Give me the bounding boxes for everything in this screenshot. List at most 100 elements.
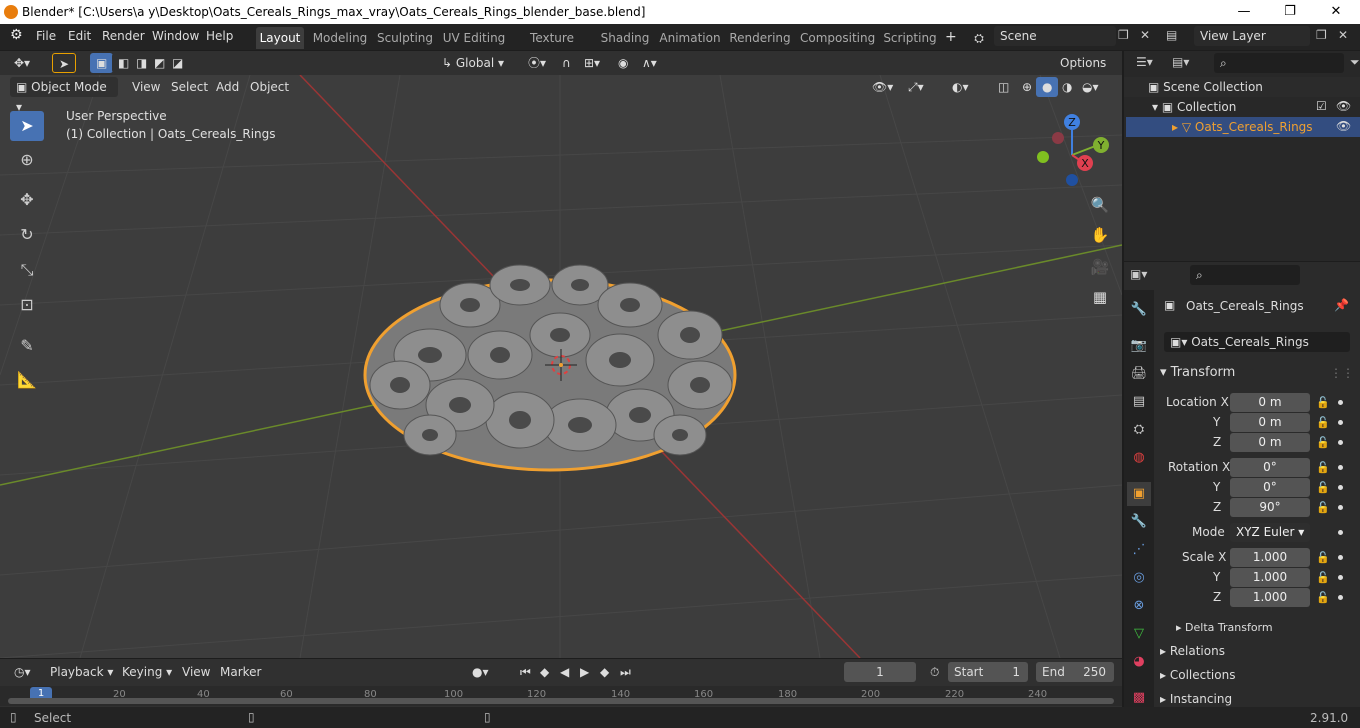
editor-type-icon[interactable]: ✥▾ [8,53,37,73]
properties-editor-icon[interactable]: ▣▾ [1130,267,1147,281]
world-tab-icon[interactable]: ◍ [1127,446,1151,470]
object-eye-icon[interactable]: 👁 [1336,119,1351,133]
tab-shading[interactable]: Shading [598,27,652,49]
3d-viewport[interactable]: Z Y X User Perspective (1) Collection | … [0,75,1122,658]
cursor-tool-icon[interactable]: ⊕ [10,145,44,175]
outliner-search-input[interactable]: ⌕ [1214,53,1344,73]
constraints-tab-icon[interactable]: ⊗ [1127,594,1151,618]
current-frame-field[interactable]: 1 [844,662,916,682]
render-tab-icon[interactable]: 📷 [1127,334,1151,358]
menu-file[interactable]: File [36,29,56,43]
falloff-icon[interactable]: ∧▾ [636,53,663,73]
visibility-eye-icon[interactable]: 👁▾ [866,77,899,97]
cereal-rings-mesh[interactable] [363,264,737,472]
pan-hand-icon[interactable]: ✋ [1086,221,1114,249]
overlays-icon[interactable]: ◐▾ [946,77,975,97]
snap-target-icon[interactable]: ⊞▾ [578,53,607,73]
tab-compositing[interactable]: Compositing [800,27,875,49]
rotation-z-field[interactable]: 90° [1230,498,1310,517]
view-layer-tab-icon[interactable]: ▤ [1127,390,1151,414]
preview-range-icon[interactable]: ⏱ [924,662,945,682]
keyframe-location-z-icon[interactable] [1338,440,1343,445]
physics-tab-icon[interactable]: ◎ [1127,566,1151,590]
tab-rendering[interactable]: Rendering [728,27,792,49]
viewport-menu-add[interactable]: Add [210,77,245,97]
annotate-tool-icon[interactable]: ✎ [10,331,44,361]
delta-transform-panel[interactable]: ▸ Delta Transform [1176,621,1273,634]
camera-view-icon[interactable]: 🎥 [1086,253,1114,281]
tab-scripting[interactable]: Scripting [882,27,938,49]
keyframe-location-x-icon[interactable] [1338,400,1343,405]
object-name-field[interactable]: ▣▾ Oats_Cereals_Rings [1164,332,1350,352]
remove-scene-icon[interactable]: ✕ [1140,28,1150,42]
maximize-button[interactable]: ❐ [1270,2,1310,22]
lock-rotation-y-icon[interactable]: 🔓 [1316,481,1330,494]
data-tab-icon[interactable]: ▽ [1127,622,1151,646]
timeline-editor-icon[interactable]: ◷▾ [8,662,37,682]
location-y-field[interactable]: 0 m [1230,413,1310,432]
measure-tool-icon[interactable]: 📐 [10,365,44,395]
next-keyframe-icon[interactable]: ◆ [594,662,615,682]
scale-z-field[interactable]: 1.000 [1230,588,1310,607]
jump-end-icon[interactable]: ⏭ [614,662,637,682]
panel-drag-handle-icon[interactable]: ⋮⋮ [1330,366,1354,380]
rotation-mode-dropdown[interactable]: XYZ Euler ▾ [1230,523,1310,542]
add-workspace-icon[interactable]: + [945,29,957,45]
rotate-tool-icon[interactable]: ↻ [10,220,44,250]
particles-tab-icon[interactable]: ⋰ [1127,538,1151,562]
scale-y-field[interactable]: 1.000 [1230,568,1310,587]
new-scene-icon[interactable]: ❐ [1118,28,1129,42]
keyframe-rotation-y-icon[interactable] [1338,485,1343,490]
object-tab-icon[interactable]: ▣ [1127,482,1151,506]
wireframe-shading-icon[interactable]: ⊕ [1016,77,1038,97]
lock-scale-y-icon[interactable]: 🔓 [1316,571,1330,584]
keyframe-rotation-z-icon[interactable] [1338,505,1343,510]
keyframe-rotation-x-icon[interactable] [1338,465,1343,470]
transform-orientation-dropdown[interactable]: ↳ Global ▾ [436,53,516,73]
keyframe-location-y-icon[interactable] [1338,420,1343,425]
properties-search-input[interactable]: ⌕ [1190,265,1300,285]
viewport-menu-view[interactable]: View [126,77,166,97]
display-mode-icon[interactable]: ▤▾ [1172,55,1189,69]
blender-menu-icon[interactable]: ⚙ [10,27,23,43]
scene-field[interactable]: Scene [994,26,1116,46]
tab-texture-paint[interactable]: Texture Paint [514,27,590,67]
scene-icon[interactable]: ⛭ [968,28,990,48]
lock-scale-x-icon[interactable]: 🔓 [1316,551,1330,564]
select-mode-intersect-icon[interactable]: ◪ [166,53,190,73]
output-tab-icon[interactable]: 🖨 [1127,362,1151,386]
tool-tab-icon[interactable]: 🔧 [1127,298,1151,322]
minimize-button[interactable]: — [1224,2,1264,22]
lock-location-y-icon[interactable]: 🔓 [1316,416,1330,429]
lock-rotation-x-icon[interactable]: 🔓 [1316,461,1330,474]
play-reverse-icon[interactable]: ◀ [554,662,575,682]
timeline-menu-marker[interactable]: Marker [214,662,267,682]
menu-window[interactable]: Window [152,29,199,43]
keyframe-scale-z-icon[interactable] [1338,595,1343,600]
rotation-y-field[interactable]: 0° [1230,478,1310,497]
modifier-tab-icon[interactable]: 🔧 [1127,510,1151,534]
ortho-toggle-icon[interactable]: ▦ [1086,283,1114,311]
keyframe-scale-y-icon[interactable] [1338,575,1343,580]
lock-location-x-icon[interactable]: 🔓 [1316,396,1330,409]
transform-tool-icon[interactable]: ⊡ [10,290,44,320]
auto-keying-icon[interactable]: ●▾ [466,662,495,682]
timeline-menu-playback[interactable]: Playback ▾ [44,662,119,682]
pin-icon[interactable]: 📌 [1334,298,1349,312]
keyframe-scale-x-icon[interactable] [1338,555,1343,560]
navigation-gizmo[interactable]: Z Y X [1037,114,1109,186]
object-mode-dropdown[interactable]: ▣ Object Mode ▾ [10,77,118,114]
rendered-shading-icon[interactable]: ◒▾ [1076,77,1105,97]
options-dropdown[interactable]: Options ▾ [1054,53,1116,90]
instancing-panel[interactable]: ▸ Instancing [1160,692,1232,706]
location-z-field[interactable]: 0 m [1230,433,1310,452]
transform-panel-header[interactable]: ▾ Transform [1160,365,1235,380]
view-layer-icon[interactable]: ▤ [1166,28,1177,42]
viewport-menu-select[interactable]: Select [165,77,214,97]
tweak-tool-icon[interactable]: ➤ [10,111,44,141]
scene-tab-icon[interactable]: ⛭ [1127,418,1151,442]
play-icon[interactable]: ▶ [574,662,595,682]
view-layer-field[interactable]: View Layer [1194,26,1310,46]
scene-collection-item[interactable]: ▣ Scene Collection [1148,80,1263,94]
tab-uv-editing[interactable]: UV Editing [442,27,506,49]
